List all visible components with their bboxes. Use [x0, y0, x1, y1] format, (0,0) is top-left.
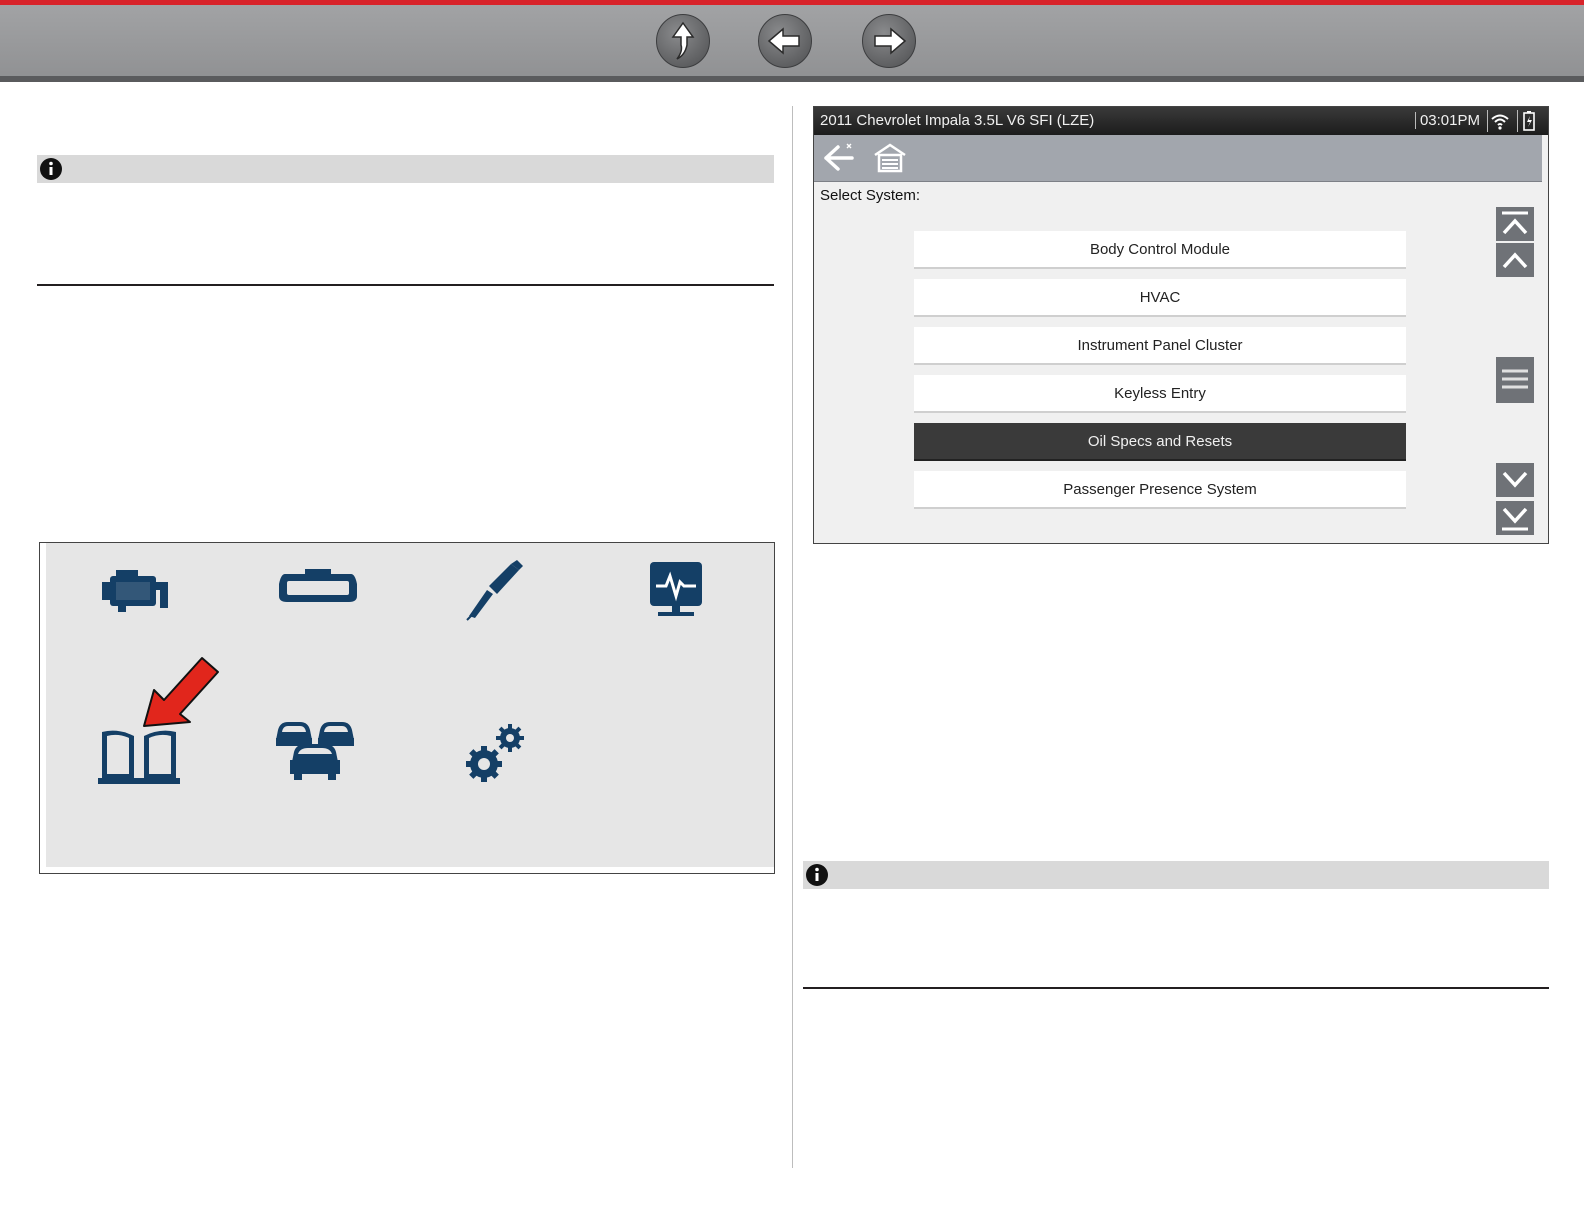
back-button[interactable] [758, 14, 812, 68]
wifi-icon [1487, 110, 1509, 132]
mirror-icon [279, 569, 357, 602]
scanner-toolbar [814, 135, 1542, 182]
double-chevron-up-icon [1502, 211, 1528, 235]
scanner-screenshot: 2011 Chevrolet Impala 3.5L V6 SFI (LZE) … [813, 106, 1549, 544]
scroll-top-button[interactable] [1496, 207, 1534, 241]
info-icon [806, 864, 828, 886]
probe-icon [466, 560, 523, 621]
top-navigation-bar [0, 0, 1584, 82]
up-icon [671, 21, 695, 60]
vehicles-tile[interactable] [270, 716, 360, 786]
menu-item-passenger-presence-system[interactable]: Passenger Presence System [914, 471, 1406, 509]
probe-tile[interactable] [453, 556, 543, 626]
scroll-down-button[interactable] [1496, 463, 1534, 497]
menu-item-keyless-entry[interactable]: Keyless Entry [914, 375, 1406, 413]
menu-item-oil-specs-and-resets[interactable]: Oil Specs and Resets [914, 423, 1406, 461]
note-divider [37, 284, 774, 286]
vehicles-icon [276, 722, 354, 780]
mirror-tile[interactable] [273, 556, 363, 626]
menu-item-instrument-panel-cluster[interactable]: Instrument Panel Cluster [914, 327, 1406, 365]
settings-tile[interactable] [452, 716, 542, 786]
up-button[interactable] [656, 14, 710, 68]
monitor-tile[interactable] [634, 556, 724, 626]
back-arrow-icon[interactable] [822, 141, 856, 175]
double-chevron-down-icon [1502, 507, 1528, 531]
manuals-tile[interactable] [94, 722, 184, 792]
monitor-waveform-icon [650, 562, 702, 616]
scroll-thumb[interactable] [1496, 357, 1534, 403]
bottom-accent-line [0, 76, 1584, 82]
note-divider-right [803, 987, 1549, 989]
menu-item-body-control-module[interactable]: Body Control Module [914, 231, 1406, 269]
select-system-label: Select System: [820, 187, 921, 204]
battery-icon [1517, 110, 1535, 132]
book-icon [98, 730, 180, 784]
menu-item-hvac[interactable]: HVAC [914, 279, 1406, 317]
scroll-up-button[interactable] [1496, 243, 1534, 277]
engine-tile[interactable] [98, 556, 188, 626]
info-icon [40, 158, 62, 180]
chevron-up-icon [1502, 252, 1528, 269]
column-divider [792, 106, 793, 1168]
forward-arrow-icon [874, 27, 907, 55]
scroll-bottom-button[interactable] [1496, 501, 1534, 535]
vehicle-title: 2011 Chevrolet Impala 3.5L V6 SFI (LZE) [820, 112, 1095, 129]
status-bar: 2011 Chevrolet Impala 3.5L V6 SFI (LZE) … [814, 107, 1548, 135]
scrollbar [1496, 207, 1534, 537]
grip-lines-icon [1502, 369, 1528, 389]
forward-button[interactable] [862, 14, 916, 68]
gears-icon [466, 724, 524, 782]
chevron-down-icon [1502, 471, 1528, 488]
back-arrow-icon [767, 27, 800, 55]
engine-icon [102, 570, 168, 612]
top-accent-line [0, 0, 1584, 5]
clock: 03:01PM [1414, 112, 1480, 129]
note-bar-right [803, 861, 1549, 889]
home-garage-icon[interactable] [872, 141, 908, 175]
red-pointer-arrow [143, 657, 219, 727]
note-bar [37, 155, 774, 183]
